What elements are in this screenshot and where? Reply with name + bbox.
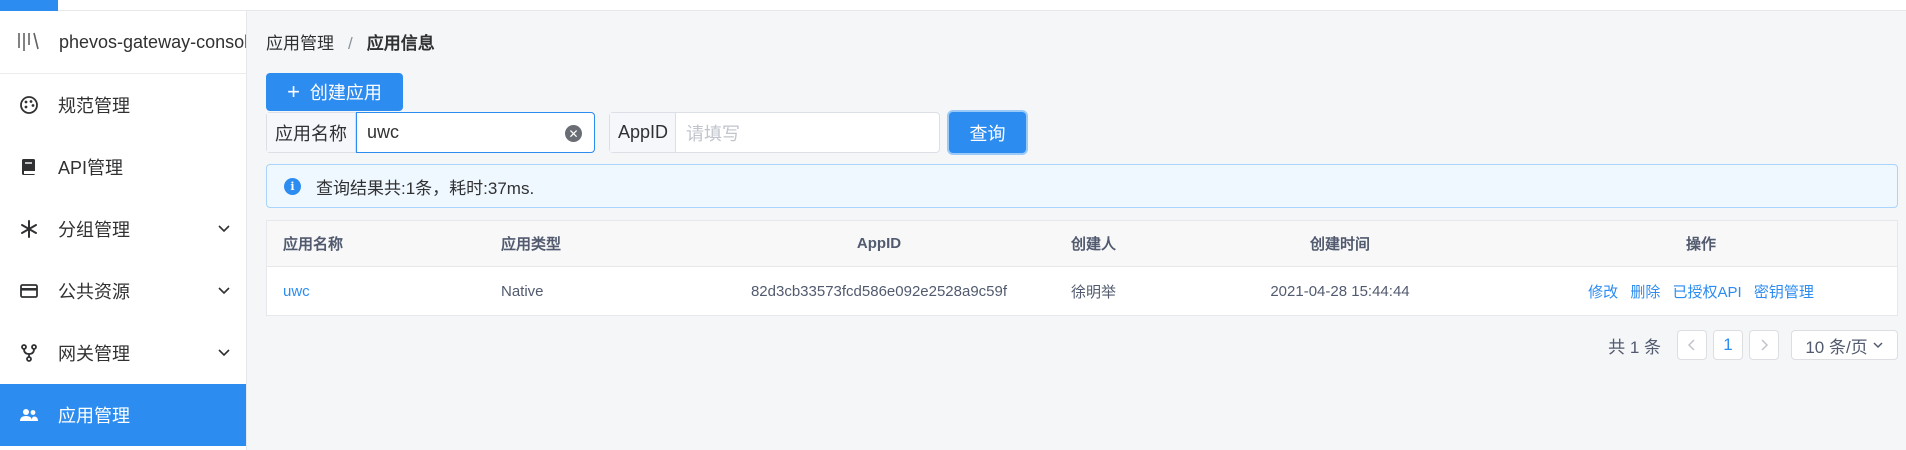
sidebar-item-public-resources[interactable]: 公共资源 xyxy=(0,260,246,322)
sidebar-item-label: 规范管理 xyxy=(58,96,130,116)
creator-cell: 徐明举 xyxy=(1071,283,1117,301)
appid-filter: AppID 请填写 xyxy=(609,112,940,153)
sidebar-item-group[interactable]: 分组管理 xyxy=(0,198,246,260)
column-header[interactable]: 应用名称 xyxy=(267,233,485,254)
app-table: 应用名称 应用类型 AppID 创建人 创建时间 操作 uwc Native 8… xyxy=(266,220,1898,316)
fork-icon xyxy=(18,342,40,364)
table-header: 应用名称 应用类型 AppID 创建人 创建时间 操作 xyxy=(267,221,1897,267)
info-icon: i xyxy=(284,177,301,195)
sidebar-item-gateway[interactable]: 网关管理 xyxy=(0,322,246,384)
menu-logo-icon xyxy=(18,32,39,51)
column-header[interactable]: 创建时间 xyxy=(1175,233,1505,254)
chevron-down-icon xyxy=(1873,342,1883,349)
top-bar xyxy=(0,0,1906,11)
sidebar-item-label: 公共资源 xyxy=(58,282,130,302)
card-icon xyxy=(18,280,40,302)
breadcrumb-parent[interactable]: 应用管理 xyxy=(266,34,334,53)
actions-cell: 修改 删除 已授权API 密钥管理 xyxy=(1505,281,1897,302)
authorized-api-link[interactable]: 已授权API xyxy=(1673,284,1742,301)
delete-link[interactable]: 删除 xyxy=(1630,284,1660,301)
next-page-button[interactable] xyxy=(1749,330,1779,360)
plus-icon: + xyxy=(287,79,300,104)
sidebar-item-spec[interactable]: 规范管理 xyxy=(0,74,246,136)
app-name-filter: 应用名称 uwc ✕ xyxy=(266,112,595,153)
column-header: 操作 xyxy=(1685,236,1716,253)
chevron-down-icon xyxy=(218,349,230,357)
chevron-left-icon xyxy=(1687,339,1695,351)
top-bar-accent xyxy=(0,0,58,11)
app-name-value: uwc xyxy=(367,122,400,142)
palette-icon xyxy=(18,94,40,116)
table-row: uwc Native 82d3cb33573fcd586e092e2528a9c… xyxy=(267,267,1897,315)
sidebar-item-label: 网关管理 xyxy=(58,344,130,364)
brand[interactable]: phevos-gateway-console xyxy=(0,11,246,74)
people-icon xyxy=(18,404,40,426)
sidebar-item-api[interactable]: API管理 xyxy=(0,136,246,198)
edit-link[interactable]: 修改 xyxy=(1588,284,1618,301)
chevron-down-icon xyxy=(218,287,230,295)
pagination: 共 1 条 1 10 条/页 xyxy=(1608,329,1898,361)
breadcrumb-separator: / xyxy=(348,34,353,53)
appid-label: AppID xyxy=(610,113,676,152)
column-header[interactable]: 应用类型 xyxy=(485,233,703,254)
sidebar-item-label: 应用管理 xyxy=(58,406,130,426)
page-size-value: 10 条/页 xyxy=(1805,337,1868,357)
created-at-cell: 2021-04-28 15:44:44 xyxy=(1270,282,1410,300)
app-type-cell: Native xyxy=(501,282,544,300)
column-header[interactable]: 创建人 xyxy=(1055,233,1175,254)
sidebar-item-label: API管理 xyxy=(58,158,124,178)
appid-cell: 82d3cb33573fcd586e092e2528a9c59f xyxy=(750,282,1008,300)
sidebar-item-app-management[interactable]: 应用管理 xyxy=(0,384,246,446)
pagination-total: 共 1 条 xyxy=(1608,337,1661,357)
chevron-right-icon xyxy=(1761,339,1769,351)
clear-icon[interactable]: ✕ xyxy=(565,125,582,142)
column-header[interactable]: AppID xyxy=(703,235,1055,252)
sidebar-item-label: 分组管理 xyxy=(58,220,130,240)
app-title: phevos-gateway-console xyxy=(59,31,246,52)
app-name-label: 应用名称 xyxy=(267,113,356,152)
breadcrumb: 应用管理 / 应用信息 xyxy=(266,29,435,54)
chevron-down-icon xyxy=(218,225,230,233)
page-number[interactable]: 1 xyxy=(1713,330,1743,360)
create-app-label: 创建应用 xyxy=(309,83,382,103)
create-app-button[interactable]: + 创建应用 xyxy=(266,73,403,111)
query-button[interactable]: 查询 xyxy=(949,112,1026,153)
result-alert: i 查询结果共:1条，耗时:37ms. xyxy=(266,164,1898,208)
prev-page-button[interactable] xyxy=(1677,330,1707,360)
app-name-link[interactable]: uwc xyxy=(283,283,310,300)
snowflake-icon xyxy=(18,218,40,240)
page-size-select[interactable]: 10 条/页 xyxy=(1791,330,1898,360)
appid-placeholder: 请填写 xyxy=(686,123,740,144)
alert-text: 查询结果共:1条，耗时:37ms. xyxy=(316,178,535,198)
app-name-input[interactable]: uwc ✕ xyxy=(356,112,595,153)
sidebar: phevos-gateway-console 规范管理 API管理 分组管理 公… xyxy=(0,11,247,450)
key-management-link[interactable]: 密钥管理 xyxy=(1754,284,1814,301)
book-icon xyxy=(18,156,40,178)
appid-input[interactable]: 请填写 xyxy=(676,113,939,152)
breadcrumb-current: 应用信息 xyxy=(366,34,435,53)
